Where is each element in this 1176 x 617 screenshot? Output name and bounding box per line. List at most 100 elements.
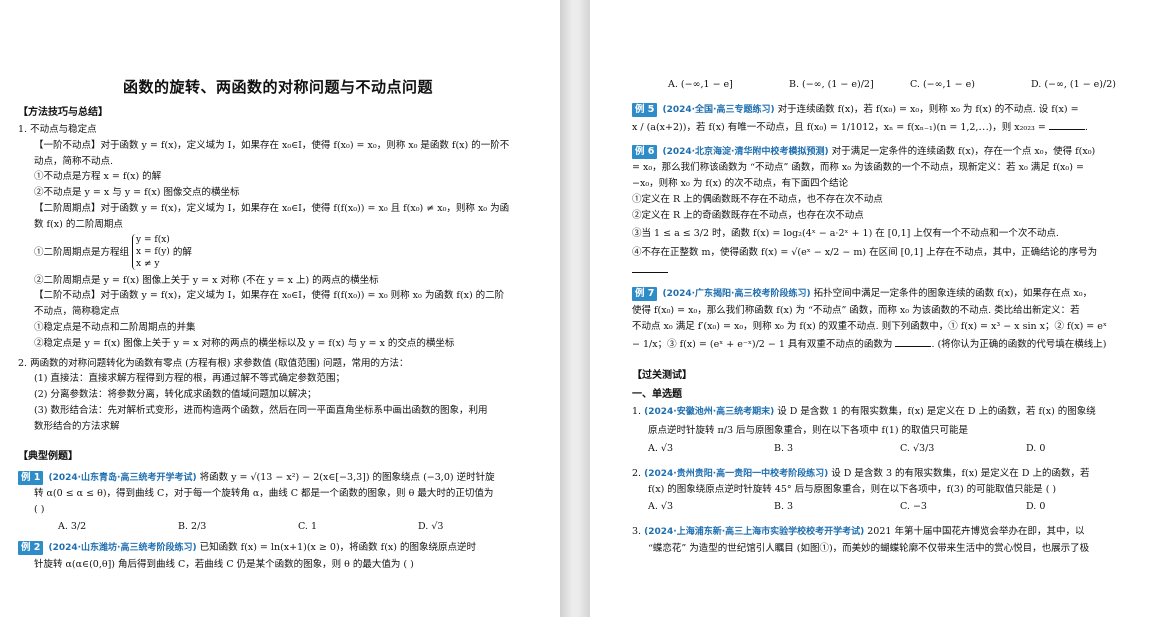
question-source: (2024·安徽池州·高三统考期末) (644, 406, 775, 417)
option-a: A. (−∞,1 − e] (668, 79, 733, 90)
option-b: B. (−∞, (1 − e)/2] (789, 79, 874, 90)
question-number: 3. (632, 526, 642, 538)
example-badge: 例 1 (18, 470, 44, 485)
option-a: A. √3 (648, 442, 673, 454)
option-c: C. (−∞,1 − e) (910, 79, 975, 90)
answer-options: A. (−∞,1 − e] B. (−∞, (1 − e)/2] C. (−∞,… (632, 76, 1152, 94)
text-span: 的解 (172, 246, 192, 258)
answer-blank[interactable] (1048, 119, 1085, 130)
text-line: = x₀，那么我们称该函数为 “不动点” 函数，而称 x₀ 为该函数的一个不动点… (632, 162, 1084, 174)
answer-blank[interactable] (632, 262, 668, 273)
equation: x ≠ y (136, 259, 160, 270)
document-page-left: 函数的旋转、两函数的对称问题与不动点问题 【方法技巧与总结】 1. 不动点与稳定… (0, 0, 560, 617)
text-line: 【二阶周期点】对于函数 y = f(x)，定义域为 I，如果存在 x₀∈I，使得… (34, 202, 510, 214)
example-source: (2024·山东青岛·高三统考开学考试) (48, 472, 197, 483)
option-c: C. 1 (298, 520, 318, 532)
text-line: ①不动点是方程 x = f(x) 的解 (34, 171, 162, 183)
document-page-right: A. (−∞,1 − e] B. (−∞, (1 − e)/2] C. (−∞,… (590, 0, 1176, 617)
example-text: 已知函数 f(x) = ln(x+1)(x ≥ 0)，将函数 f(x) 的图象绕… (199, 541, 476, 553)
text-line: ④不存在正整数 m，使得函数 f(x) = √(eˣ − x/2 − m) 在区… (632, 243, 1152, 262)
option-b: B. 3 (774, 501, 794, 513)
text-span: . (1084, 121, 1088, 133)
example-badge: 例 6 (632, 144, 658, 159)
text-line: 数形结合的方法求解 (34, 420, 120, 432)
text-line: ①定义在 R 上的偶函数既不存在不动点，也不存在次不动点 (632, 193, 883, 205)
example-text: 对于满足一定条件的连续函数 f(x)，存在一个点 x₀，使得 f(x₀) (831, 145, 1096, 157)
answer-options: A. √3 B. 3 C. −3 D. 0 (632, 498, 1152, 516)
text-line: ③当 1 ≤ a ≤ 3/2 时，函数 f(x) = log₂(4ˣ − a·2… (632, 227, 1059, 239)
text-line: 【一阶不动点】对于函数 y = f(x)，定义域为 I，如果存在 x₀∈I，使得… (34, 139, 510, 151)
question-text: 设 D 是含数 3 的有限实数集，f(x) 是定义在 D 上的函数，若 (831, 467, 1090, 479)
text-line: 使得 f(x₀) = x₀，那么我们称函数 f(x) 为 “不动点” 函数，而称… (632, 305, 1080, 317)
option-b: B. 2/3 (178, 520, 207, 532)
question-3: 3. (2024·上海浦东新·高三上海市实验学校校考开学考试) 2021 年第十… (632, 524, 1152, 541)
example-text: 拓扑空间中满足一定条件的图象连续的函数 f(x)，如果存在点 x₀， (813, 288, 1093, 300)
typical-examples-header: 【典型例题】 (18, 450, 78, 462)
answer-blank[interactable] (895, 336, 932, 347)
example-2: 例 2 (2024·山东潍坊·高三统考阶段练习) 已知函数 f(x) = ln(… (18, 540, 538, 557)
text-line: (3) 数形结合法：先对解析式变形，进而构造两个函数，然后在同一平面直角坐标系中… (34, 404, 488, 416)
example-source: (2024·山东潍坊·高三统考阶段练习) (48, 542, 197, 553)
question-text: 2021 年第十届中国花卉博览会举办在即，其中，以 (867, 526, 1085, 538)
example-text: 对于连续函数 f(x)，若 f(x₀) = x₀，则称 x₀ 为 f(x) 的不… (777, 104, 1079, 115)
test-header: 【过关测试】 (632, 369, 692, 381)
option-b: B. 3 (774, 442, 794, 454)
text-line: ( ) (34, 504, 45, 516)
text-line: “蝶恋花” 为造型的世纪馆引人瞩目 (如图①)，而美妙的蝴蝶轮廓不仅带来生活中的… (648, 542, 1090, 554)
text-line: 不动点，简称稳定点 (34, 306, 120, 318)
text-line: 转 α(0 ≤ α ≤ θ)，得到曲线 C，对于每一个旋转角 α，曲线 C 都是… (34, 488, 494, 500)
text-line: 原点逆时针旋转 π/3 后与原图象重合，则在以下各项中 f(1) 的取值只可能是 (648, 424, 969, 436)
question-source: (2024·贵州贵阳·高一贵阳一中校考阶段练习) (644, 468, 829, 479)
text-line: 动点，简称不动点. (34, 155, 114, 167)
text-line: −x₀，则称 x₀ 为 f(x) 的次不动点，有下面四个结论 (632, 178, 849, 190)
example-source: (2024·北京海淀·清华附中校考模拟预测) (662, 146, 829, 157)
text-line: ②二阶周期点是 y = f(x) 图像上关于 y = x 对称 (不在 y = … (34, 274, 379, 286)
question-text: 设 D 是含数 1 的有限实数集，f(x) 是定义在 D 上的函数，若 f(x)… (777, 405, 1096, 417)
option-d: D. √3 (418, 520, 444, 532)
question-number: 2. (632, 467, 642, 479)
answer-options: A. 3/2 B. 2/3 C. 1 D. √3 (18, 518, 538, 536)
text-span: . (将你认为正确的函数的代号填在横线上) (931, 338, 1107, 350)
option-d: D. (−∞, (1 − e)/2) (1031, 79, 1116, 90)
example-text: ④不存在正整数 m，使得函数 f(x) = √(eˣ − x/2 − m) 在区… (632, 246, 1098, 258)
text-line: f(x) 的图象绕原点逆时针旋转 45° 后与原图象重合，则在以下各项中，f(3… (648, 484, 1057, 496)
text-line: ①稳定点是不动点和二阶周期点的并集 (34, 321, 196, 333)
text-line: − 1/x；③ f(x) = (eˣ + e⁻ˣ)/2 − 1 具有双重不动点的… (632, 335, 1152, 354)
text-line: ②稳定点是 y = f(x) 图像上关于 y = x 对称的两点的横坐标以及 y… (34, 337, 455, 349)
text-line: 2. 两函数的对称问题转化为函数有零点 (方程有根) 求参数值 (取值范围) 问… (18, 357, 409, 369)
example-badge: 例 5 (632, 103, 658, 117)
equation: y = f(x) (136, 235, 170, 246)
method-header: 【方法技巧与总结】 (18, 107, 108, 118)
example-text: 将函数 y = √(13 − x²) − 2(x∈[−3,3]) 的图象绕点 (… (199, 471, 495, 483)
example-5: 例 5 (2024·全国·高三专题练习) 对于连续函数 f(x)，若 f(x₀)… (632, 102, 1152, 119)
example-badge: 例 7 (632, 287, 658, 302)
example-6: 例 6 (2024·北京海淀·清华附中校考模拟预测) 对于满足一定条件的连续函数… (632, 144, 1152, 161)
text-line: 数 f(x) 的二阶周期点 (34, 218, 123, 230)
option-d: D. 0 (1026, 501, 1046, 513)
text-line (632, 262, 1152, 279)
text-line: 不动点 x₀ 满足 f′(x₀) = x₀，则称 x₀ 为 f(x) 的双重不动… (632, 320, 1107, 332)
single-choice-header: 一、单选题 (632, 388, 682, 400)
text-line: x / (a(x+2))，若 f(x) 有唯一不动点，且 f(x₀) = 1/1… (632, 119, 1152, 136)
option-c: C. √3/3 (900, 442, 935, 454)
option-a: A. √3 (648, 501, 673, 513)
text-line: ②定义在 R 上的奇函数既存在不动点，也存在次不动点 (632, 209, 864, 221)
text-line: 针旋转 α(α∈(0,θ]) 角后得到曲线 C，若曲线 C 仍是某个函数的图象，… (34, 558, 414, 570)
question-1: 1. (2024·安徽池州·高三统考期末) 设 D 是含数 1 的有限实数集，f… (632, 404, 1152, 421)
answer-options: A. √3 B. 3 C. √3/3 D. 0 (632, 440, 1152, 458)
text-span: ①二阶周期点是方程组 (34, 246, 130, 258)
equation-system: y = f(x) x = f(y) x ≠ y (132, 234, 170, 271)
example-7: 例 7 (2024·广东揭阳·高三校考阶段练习) 拓扑空间中满足一定条件的图象连… (632, 286, 1152, 303)
document-title: 函数的旋转、两函数的对称问题与不动点问题 (122, 78, 433, 96)
equation: x = f(y) (136, 247, 170, 258)
question-number: 1. (632, 405, 642, 417)
option-c: C. −3 (900, 501, 927, 513)
example-source: (2024·广东揭阳·高三校考阶段练习) (662, 289, 811, 300)
example-source: (2024·全国·高三专题练习) (662, 105, 775, 115)
example-badge: 例 2 (18, 540, 44, 555)
text-line: 1. 不动点与稳定点 (18, 124, 97, 135)
question-source: (2024·上海浦东新·高三上海市实验学校校考开学考试) (644, 527, 865, 538)
example-1: 例 1 (2024·山东青岛·高三统考开学考试) 将函数 y = √(13 − … (18, 470, 538, 487)
example-text: − 1/x；③ f(x) = (eˣ + e⁻ˣ)/2 − 1 具有双重不动点的… (632, 338, 893, 350)
option-a: A. 3/2 (58, 520, 87, 532)
